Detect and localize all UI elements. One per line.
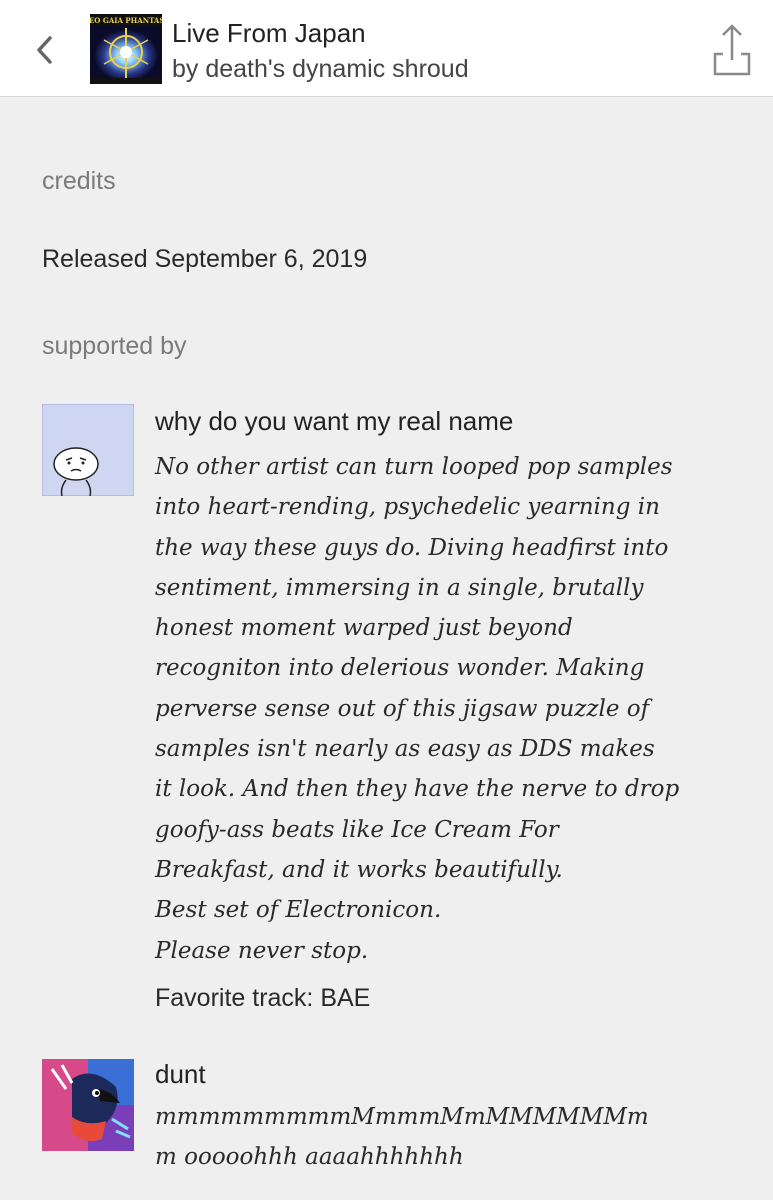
album-header: NEO GAIA PHANTASY Live From Japan by dea… (0, 0, 773, 97)
album-details: credits Released September 6, 2019 suppo… (0, 97, 773, 1200)
release-date: Released September 6, 2019 (42, 245, 368, 273)
supporter-comment: mmmmmmmmmMmmmMmMMMMMMm m ooooohhh aaaahh… (155, 1104, 649, 1171)
chevron-left-icon (37, 36, 52, 64)
avatar[interactable] (42, 404, 134, 496)
supported-by-heading: supported by (42, 332, 187, 360)
avatar[interactable] (42, 1059, 134, 1151)
supporter-name[interactable]: dunt (155, 1059, 206, 1090)
album-art[interactable]: NEO GAIA PHANTASY (90, 14, 162, 84)
supporter-comment: No other artist can turn looped pop samp… (155, 454, 680, 964)
album-artist[interactable]: by death's dynamic shroud (172, 55, 469, 84)
favorite-track[interactable]: Favorite track: BAE (155, 984, 370, 1013)
share-button[interactable] (710, 20, 754, 78)
supporter-item: why do you want my real name No other ar… (42, 404, 742, 1014)
credits-heading: credits (42, 167, 116, 195)
album-title[interactable]: Live From Japan (172, 18, 366, 49)
share-icon (713, 24, 751, 76)
album-art-caption: NEO GAIA PHANTASY (90, 16, 162, 25)
supporter-name[interactable]: why do you want my real name (155, 406, 513, 437)
supporter-item: dunt mmmmmmmmmMmmmMmMMMMMMm m ooooohhh a… (42, 1059, 742, 1199)
back-button[interactable] (30, 30, 60, 70)
album-art-image: NEO GAIA PHANTASY (90, 14, 162, 84)
